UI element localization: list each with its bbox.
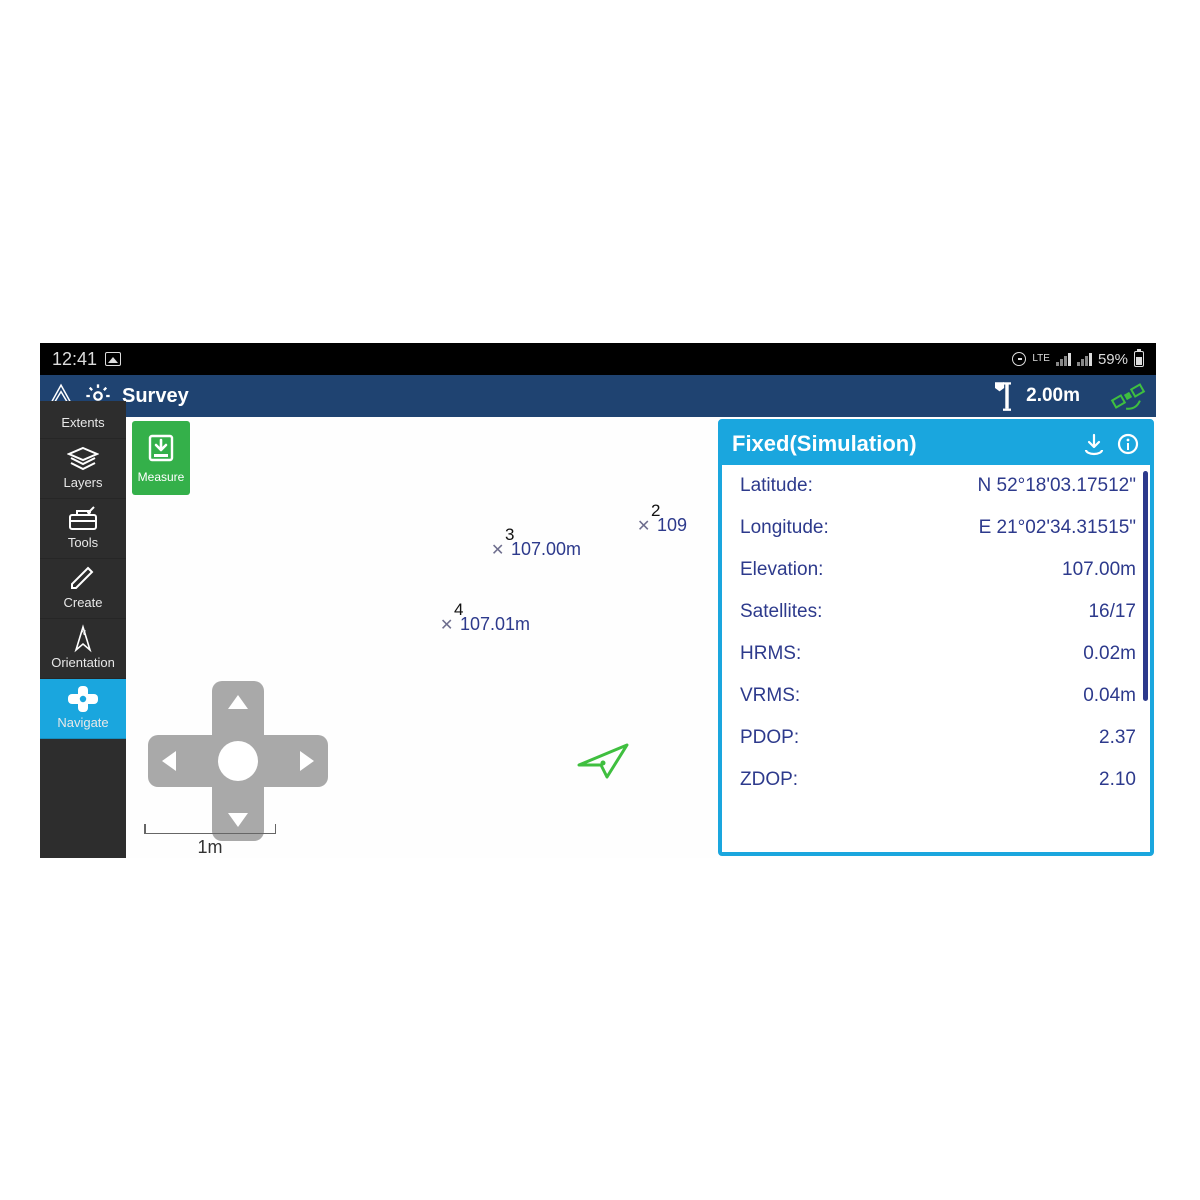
app-stage: 12:41 LTE 59% Survey 2.00m <box>40 343 1156 858</box>
info-key: ZDOP: <box>740 769 798 791</box>
battery-icon <box>1134 351 1144 367</box>
dpad-center-button[interactable] <box>218 741 258 781</box>
dpad-right-button[interactable] <box>300 751 314 771</box>
sidebar-label-tools: Tools <box>68 535 98 550</box>
picture-icon <box>105 352 121 366</box>
measure-button[interactable]: Measure <box>132 421 190 495</box>
map-point-3[interactable]: 3 ✕ 107.00m <box>505 525 514 545</box>
sidebar-label-extents: Extents <box>61 415 104 430</box>
sidebar: Extents Layers Tools Create N Orientatio… <box>40 401 126 858</box>
dpad-up-button[interactable] <box>228 695 248 709</box>
info-key: Elevation: <box>740 559 823 581</box>
info-key: VRMS: <box>740 685 800 707</box>
point-elevation: 109 <box>657 515 687 536</box>
sidebar-label-navigate: Navigate <box>57 715 108 730</box>
info-key: Longitude: <box>740 517 829 539</box>
info-row-longitude: Longitude: E 21°02'34.31515" <box>722 507 1150 549</box>
position-cursor-icon <box>573 735 633 785</box>
info-row-latitude: Latitude: N 52°18'03.17512" <box>722 465 1150 507</box>
alarm-icon <box>1012 352 1026 366</box>
info-value: N 52°18'03.17512" <box>978 475 1137 497</box>
app-title-bar: Survey 2.00m <box>40 375 1156 417</box>
point-elevation: 107.00m <box>511 539 581 560</box>
toolbox-icon <box>66 505 100 533</box>
sidebar-label-layers: Layers <box>63 475 102 490</box>
status-battery-pct: 59% <box>1098 351 1128 368</box>
download-icon[interactable] <box>1082 432 1106 456</box>
info-value: 107.00m <box>1062 559 1136 581</box>
info-value: 16/17 <box>1088 601 1136 623</box>
sidebar-item-create[interactable]: Create <box>40 559 126 619</box>
info-scrollbar[interactable] <box>1143 471 1148 701</box>
status-network: LTE <box>1032 354 1050 364</box>
info-value: 2.10 <box>1099 769 1136 791</box>
pencil-icon <box>66 565 100 593</box>
signal-icon <box>1056 352 1071 366</box>
dpad-down-button[interactable] <box>228 813 248 827</box>
position-info-panel: Fixed(Simulation) Latitude: N 52°18'03.1… <box>718 419 1154 856</box>
map-point-4[interactable]: 4 ✕ 107.01m <box>454 600 463 620</box>
sidebar-item-orientation[interactable]: N Orientation <box>40 619 126 679</box>
info-value: 2.37 <box>1099 727 1136 749</box>
page-title: Survey <box>122 385 189 408</box>
point-marker-icon: ✕ <box>440 615 453 635</box>
info-value: 0.02m <box>1083 643 1136 665</box>
navigate-icon <box>66 685 100 713</box>
pole-height-value: 2.00m <box>1026 385 1080 407</box>
info-icon[interactable] <box>1116 432 1140 456</box>
sidebar-item-layers[interactable]: Layers <box>40 439 126 499</box>
info-value: 0.04m <box>1083 685 1136 707</box>
sidebar-item-tools[interactable]: Tools <box>40 499 126 559</box>
solution-status: Fixed(Simulation) <box>732 431 1072 457</box>
info-value: E 21°02'34.31515" <box>979 517 1136 539</box>
point-marker-icon: ✕ <box>637 516 650 536</box>
info-row-pdop: PDOP: 2.37 <box>722 717 1150 759</box>
info-row-vrms: VRMS: 0.04m <box>722 675 1150 717</box>
compass-icon: N <box>66 625 100 653</box>
point-elevation: 107.01m <box>460 614 530 635</box>
info-key: HRMS: <box>740 643 801 665</box>
map-point-2[interactable]: 2 ✕ 109 <box>651 501 660 521</box>
measure-icon <box>145 432 177 464</box>
info-row-elevation: Elevation: 107.00m <box>722 549 1150 591</box>
status-time: 12:41 <box>52 349 97 370</box>
sidebar-item-navigate[interactable]: Navigate <box>40 679 126 739</box>
scale-bar: 1m <box>144 828 276 856</box>
sidebar-label-orientation: Orientation <box>51 655 115 670</box>
point-marker-icon: ✕ <box>491 540 504 560</box>
info-panel-header: Fixed(Simulation) <box>722 423 1150 465</box>
layers-icon <box>66 445 100 473</box>
measure-label: Measure <box>138 470 185 484</box>
sidebar-label-create: Create <box>63 595 102 610</box>
navigate-dpad <box>148 681 328 841</box>
dpad-left-button[interactable] <box>162 751 176 771</box>
pole-height-icon[interactable] <box>990 380 1016 412</box>
info-key: Latitude: <box>740 475 813 497</box>
info-key: PDOP: <box>740 727 799 749</box>
android-status-bar: 12:41 LTE 59% <box>40 343 1156 375</box>
info-row-zdop: ZDOP: 2.10 <box>722 759 1150 801</box>
satellite-icon[interactable] <box>1108 379 1148 413</box>
scale-label: 1m <box>144 837 276 858</box>
sidebar-item-extents[interactable]: Extents <box>40 401 126 439</box>
signal-icon-2 <box>1077 352 1092 366</box>
info-row-hrms: HRMS: 0.02m <box>722 633 1150 675</box>
info-panel-body[interactable]: Latitude: N 52°18'03.17512" Longitude: E… <box>722 465 1150 852</box>
info-row-satellites: Satellites: 16/17 <box>722 591 1150 633</box>
info-key: Satellites: <box>740 601 822 623</box>
